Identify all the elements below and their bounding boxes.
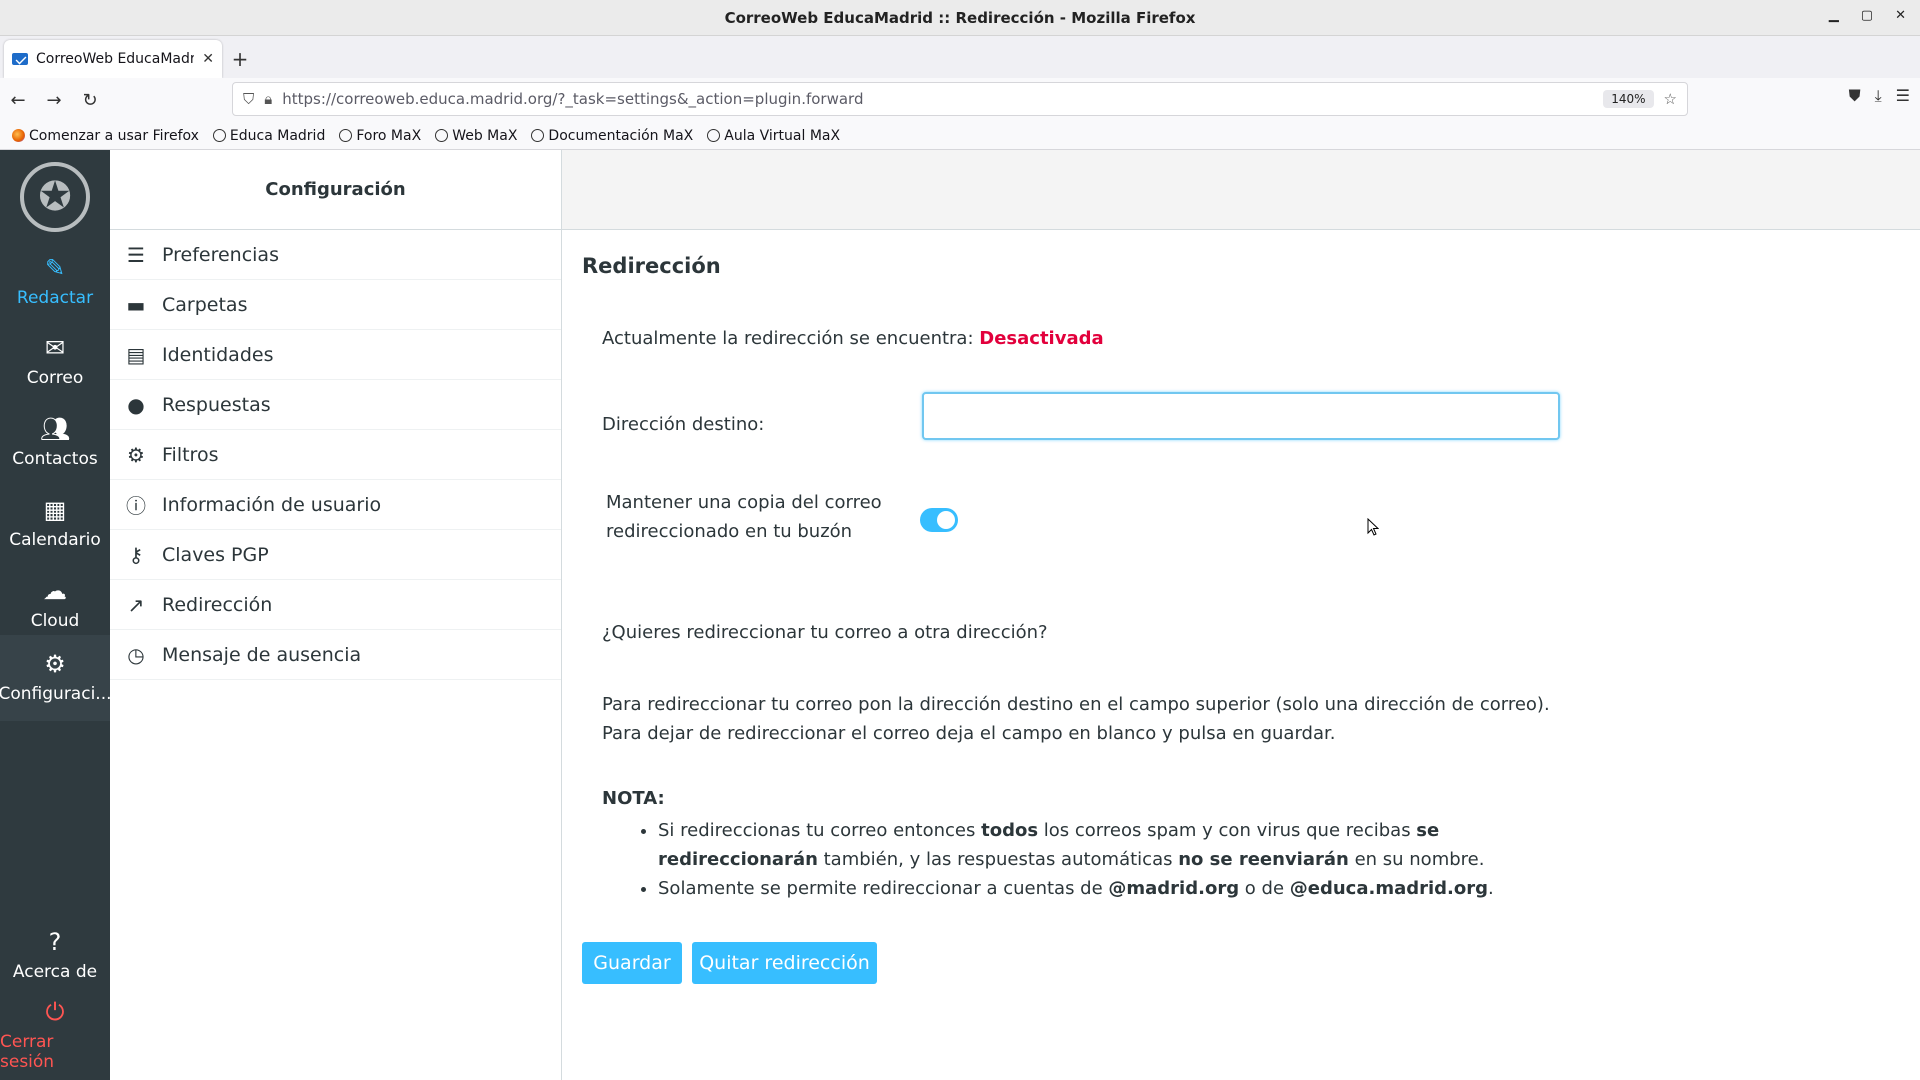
note-list: Si redireccionas tu correo entonces todo… [658, 816, 1538, 903]
bookmark-item[interactable]: Comenzar a usar Firefox [12, 128, 199, 144]
tab-strip: CorreoWeb EducaMadrid ✕ + [0, 36, 1920, 78]
lock-icon[interactable]: 🔒︎ [264, 90, 272, 108]
sliders-icon: ☰ [127, 242, 145, 267]
keep-copy-toggle[interactable] [920, 508, 958, 532]
left-nav: ✪ ✎ Redactar ✉ Correo 👥︎ Contactos ▦ Cal… [0, 150, 112, 1080]
settings-list: Configuración ☰ Preferencias ▬ Carpetas ▤ I… [110, 150, 562, 1080]
settings-item-preferences[interactable]: ☰ Preferencias [110, 230, 561, 280]
bookmark-item[interactable]: Aula Virtual MaX [707, 128, 840, 144]
bookmarks-bar: Comenzar a usar Firefox Educa Madrid For… [0, 122, 1920, 150]
settings-item-user-info[interactable]: ⓘ Información de usuario [110, 480, 561, 530]
nav-bar: ← → ↻ ⛉ 🔒︎ https://correoweb.educa.madri… [0, 78, 1920, 122]
nav-compose[interactable]: ✎ Redactar [0, 242, 110, 322]
note-item: Si redireccionas tu correo entonces todo… [658, 816, 1538, 874]
settings-item-folders[interactable]: ▬ Carpetas [110, 280, 561, 330]
question-icon: ? [48, 928, 62, 956]
settings-item-vacation[interactable]: ◷ Mensaje de ausencia [110, 630, 561, 680]
gear-icon: ⚙ [44, 650, 66, 678]
folder-icon: ▬ [126, 292, 146, 317]
window-titlebar: CorreoWeb EducaMadrid :: Redirección - M… [0, 0, 1920, 36]
window-title: CorreoWeb EducaMadrid :: Redirección - M… [724, 8, 1196, 27]
nav-mail[interactable]: ✉ Correo [0, 322, 110, 402]
nav-about[interactable]: ? Acerca de [0, 916, 110, 996]
remove-forward-button[interactable]: Quitar redirección [692, 942, 877, 984]
envelope-icon: ✉ [44, 334, 66, 362]
globe-icon [707, 129, 721, 142]
download-icon[interactable]: ⤓ [1875, 86, 1882, 106]
bookmark-star-icon[interactable]: ☆ [1664, 90, 1677, 108]
url-text[interactable]: https://correoweb.educa.madrid.org/?_tas… [282, 90, 1593, 108]
content-area: Redirección Actualmente la redirección s… [562, 150, 1920, 1080]
zoom-badge[interactable]: 140% [1603, 90, 1654, 108]
settings-item-forward[interactable]: ↗ Redirección [110, 580, 561, 630]
new-tab-button[interactable]: + [222, 40, 258, 78]
share-icon: ↗ [127, 592, 145, 617]
globe-icon [531, 129, 545, 142]
bookmark-item[interactable]: Documentación MaX [531, 128, 693, 144]
shield-icon[interactable]: ⛉ [243, 90, 254, 108]
forward-button[interactable]: → [36, 82, 72, 118]
question-text: ¿Quieres redireccionar tu correo a otra … [602, 622, 1048, 643]
forward-status: Actualmente la redirección se encuentra:… [602, 328, 1104, 349]
back-button[interactable]: ← [0, 82, 36, 118]
pocket-icon[interactable]: ⛊ [1849, 86, 1861, 106]
destination-input[interactable] [922, 392, 1560, 440]
bookmark-item[interactable]: Foro MaX [339, 128, 421, 144]
users-icon: 👥︎ [39, 415, 71, 443]
globe-icon [435, 129, 449, 142]
settings-item-responses[interactable]: ● Respuestas [110, 380, 561, 430]
key-icon: ⚷ [128, 542, 144, 567]
clock-icon: ◷ [127, 642, 145, 667]
mail-favicon-icon [12, 53, 28, 65]
url-bar[interactable]: ⛉ 🔒︎ https://correoweb.educa.madrid.org/… [232, 82, 1688, 116]
page-title: Redirección [582, 254, 721, 278]
id-card-icon: ▤ [126, 342, 146, 367]
power-icon: ⏻ [45, 998, 65, 1026]
status-badge: Desactivada [979, 328, 1104, 349]
instructions-text: Para redireccionar tu correo pon la dire… [602, 694, 1550, 744]
note-item: Solamente se permite redireccionar a cue… [658, 874, 1538, 903]
nav-cloud[interactable]: ☁ Cloud [0, 565, 110, 645]
educamadrid-icon [212, 129, 226, 142]
maximize-icon[interactable]: ▢ [1861, 8, 1873, 23]
nav-settings[interactable]: ⚙ Configuraci... [0, 635, 112, 721]
reload-button[interactable]: ↻ [72, 82, 108, 118]
bookmark-item[interactable]: Web MaX [435, 128, 517, 144]
logo-icon[interactable]: ✪ [20, 162, 90, 232]
settings-item-identities[interactable]: ▤ Identidades [110, 330, 561, 380]
tab-close-icon[interactable]: ✕ [202, 51, 214, 67]
calendar-icon: ▦ [43, 496, 67, 524]
firefox-icon [12, 129, 25, 142]
note-heading: NOTA: [602, 788, 665, 809]
bookmark-item[interactable]: Educa Madrid [212, 128, 325, 144]
info-icon: ⓘ [126, 494, 146, 518]
settings-item-filters[interactable]: ⚙ Filtros [110, 430, 561, 480]
nav-contacts[interactable]: 👥︎ Contactos [0, 403, 110, 483]
tab-label: CorreoWeb EducaMadrid [36, 51, 195, 67]
minimize-icon[interactable]: ▁ [1829, 8, 1839, 23]
window-controls: ▁ ▢ ✕ [1829, 8, 1906, 23]
mouse-cursor-icon [1367, 518, 1379, 536]
menu-icon[interactable]: ☰ [1896, 86, 1910, 106]
settings-header: Configuración [110, 150, 561, 230]
webmail-app: ✪ ✎ Redactar ✉ Correo 👥︎ Contactos ▦ Cal… [0, 150, 1920, 1080]
nav-calendar[interactable]: ▦ Calendario [0, 484, 110, 564]
close-window-icon[interactable]: ✕ [1895, 8, 1906, 23]
nav-logout[interactable]: ⏻ Cerrar sesión [0, 996, 110, 1076]
cloud-icon: ☁ [43, 577, 67, 605]
globe-icon [339, 129, 353, 142]
content-header-bar [562, 150, 1920, 230]
toolbar-right: ⛊ ⤓ ☰ [1849, 86, 1910, 106]
destination-label: Dirección destino: [602, 414, 765, 435]
compose-icon: ✎ [44, 254, 66, 282]
save-button[interactable]: Guardar [582, 942, 682, 984]
keep-copy-label: Mantener una copia del correo redireccio… [606, 492, 882, 542]
cog-icon: ⚙ [127, 442, 145, 467]
settings-item-pgp-keys[interactable]: ⚷ Claves PGP [110, 530, 561, 580]
comment-icon: ● [127, 392, 145, 417]
browser-tab[interactable]: CorreoWeb EducaMadrid ✕ [4, 40, 222, 78]
